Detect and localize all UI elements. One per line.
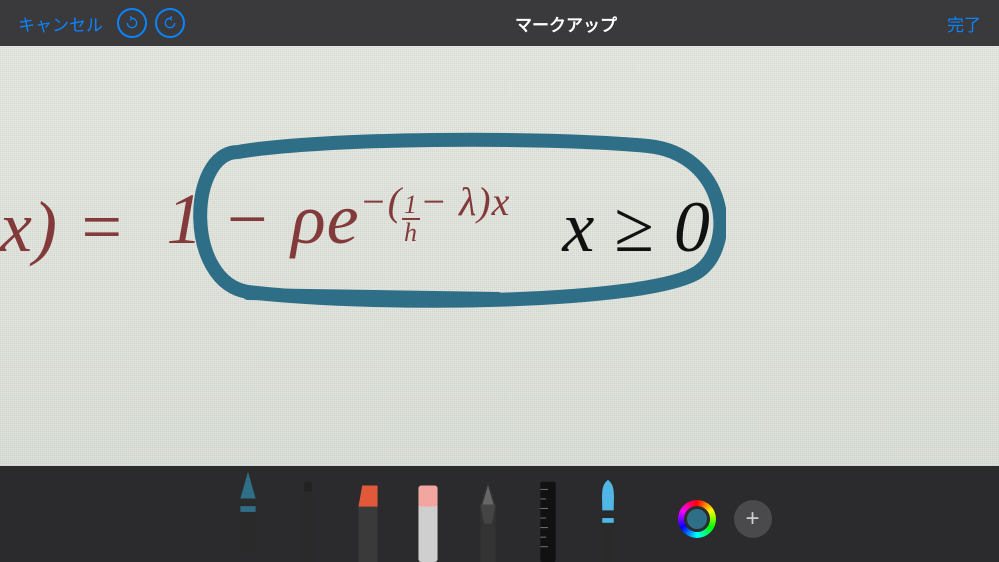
cond-op: ≥ [614, 187, 655, 267]
pencil-icon [468, 476, 508, 562]
ruler-icon [528, 476, 568, 562]
redo-button[interactable] [155, 8, 185, 38]
tool-marker[interactable] [288, 476, 328, 562]
cancel-button[interactable]: キャンセル [18, 11, 103, 36]
markup-header: キャンセル マークアップ 完了 [0, 0, 999, 46]
cond-val: 0 [674, 187, 711, 267]
undo-icon [124, 15, 140, 31]
frac-den: h [404, 220, 418, 246]
cond-var: x [562, 187, 595, 267]
exp-prefix: −( [360, 179, 402, 224]
formula-lhs: x) = [0, 186, 145, 269]
tool-brush[interactable] [588, 476, 628, 562]
color-picker-button[interactable] [678, 500, 716, 538]
markup-canvas[interactable]: x) = 1 − ρe−(1h− λ)x x ≥ 0 [0, 46, 999, 466]
formula-circled: 1 − ρe−(1h− λ)x [145, 166, 533, 288]
formula-exponent: −(1h− λ)x [360, 179, 511, 224]
exp-suffix: − λ)x [420, 179, 510, 224]
formula-condition: x ≥ 0 [532, 186, 710, 269]
done-button[interactable]: 完了 [947, 11, 981, 36]
tool-ruler[interactable] [528, 476, 568, 562]
formula-base: 1 − ρe [167, 179, 360, 259]
tool-highlighter[interactable] [348, 476, 388, 562]
tool-pencil[interactable] [468, 476, 508, 562]
current-color-swatch [684, 506, 710, 532]
highlighter-icon [348, 476, 388, 562]
formula-content: x) = 1 − ρe−(1h− λ)x x ≥ 0 [0, 166, 999, 288]
header-left: キャンセル [18, 8, 185, 38]
redo-icon [162, 15, 178, 31]
markup-toolbar: + [0, 466, 999, 562]
brush-icon [588, 476, 628, 562]
pen-icon [228, 466, 268, 552]
eraser-icon [408, 476, 448, 562]
frac-num: 1 [402, 192, 420, 220]
toolbar-extras: + [678, 500, 772, 538]
add-button[interactable]: + [734, 500, 772, 538]
plus-icon: + [745, 505, 759, 533]
undo-redo-group [117, 8, 185, 38]
undo-button[interactable] [117, 8, 147, 38]
page-title: マークアップ [515, 11, 617, 36]
tool-eraser[interactable] [408, 476, 448, 562]
exp-fraction: 1h [402, 192, 420, 246]
marker-icon [288, 476, 328, 562]
tool-pen[interactable] [228, 466, 268, 552]
